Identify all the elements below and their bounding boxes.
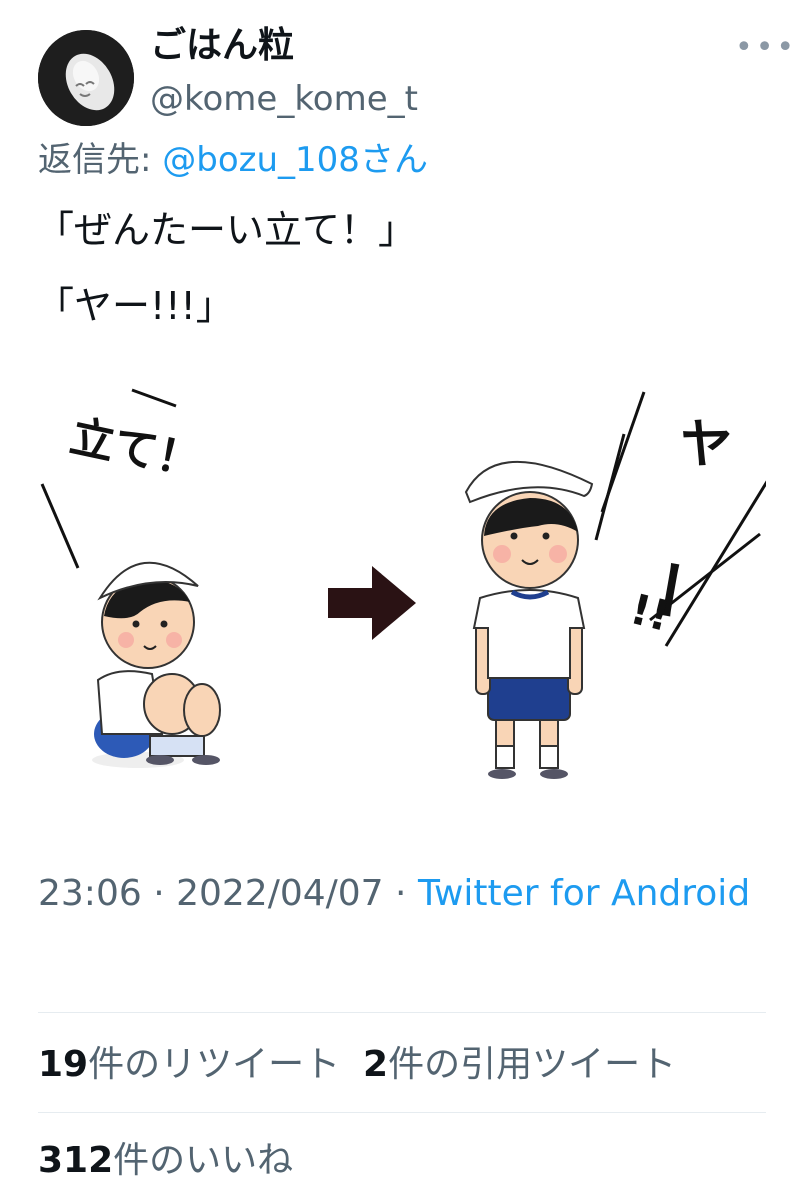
quotes-link[interactable]: 2件の引用ツイート: [363, 1044, 676, 1085]
likes-link[interactable]: 312件のいいね: [38, 1136, 293, 1186]
reply-mention-link[interactable]: @bozu_108さん: [162, 140, 428, 180]
quotes-count: 2: [363, 1044, 389, 1085]
rice-grain-avatar-icon: [38, 30, 134, 126]
tweet-source-link[interactable]: Twitter for Android: [418, 873, 750, 914]
meta-separator: ·: [383, 873, 418, 914]
sitting-boy-figure: [92, 561, 221, 768]
likes-label: 件のいいね: [113, 1140, 294, 1181]
quotes-label: 件の引用ツイート: [388, 1044, 677, 1085]
meta-separator: ·: [141, 873, 177, 914]
right-caption-1: ヤ: [674, 412, 736, 480]
retweets-count: 19: [38, 1044, 89, 1085]
user-handle[interactable]: @kome_kome_t: [150, 78, 418, 120]
reply-to: 返信先: @bozu_108さん: [38, 138, 428, 182]
tweet-time[interactable]: 23:06: [38, 873, 142, 914]
tweet-text-line-1: 「ぜんたーい立て！」: [36, 208, 417, 252]
divider: [38, 1012, 766, 1013]
display-name[interactable]: ごはん粒: [150, 24, 294, 68]
tweet-metadata: 23:06 · 2022/04/07 · Twitter for Android: [38, 858, 758, 930]
retweets-link[interactable]: 19件のリツイート: [38, 1044, 340, 1085]
tweet-date[interactable]: 2022/04/07: [176, 873, 384, 914]
likes-count: 312: [38, 1140, 114, 1181]
divider: [38, 1112, 766, 1113]
tweet-text-line-2: 「ヤー!!!」: [36, 284, 234, 328]
tweet-image[interactable]: 立て！ ヤ ー !!: [40, 384, 766, 810]
reply-prefix: 返信先:: [38, 140, 163, 180]
right-arrow-icon: [328, 566, 416, 640]
illustration: 立て！ ヤ ー !!: [40, 388, 766, 779]
retweets-label: 件のリツイート: [88, 1044, 341, 1085]
more-options-icon[interactable]: •••: [735, 30, 797, 65]
retweet-stats: 19件のリツイート 2件の引用ツイート: [38, 1040, 676, 1090]
left-caption: 立て！: [66, 411, 206, 488]
standing-boy-figure: [464, 460, 594, 779]
avatar[interactable]: [38, 30, 134, 126]
